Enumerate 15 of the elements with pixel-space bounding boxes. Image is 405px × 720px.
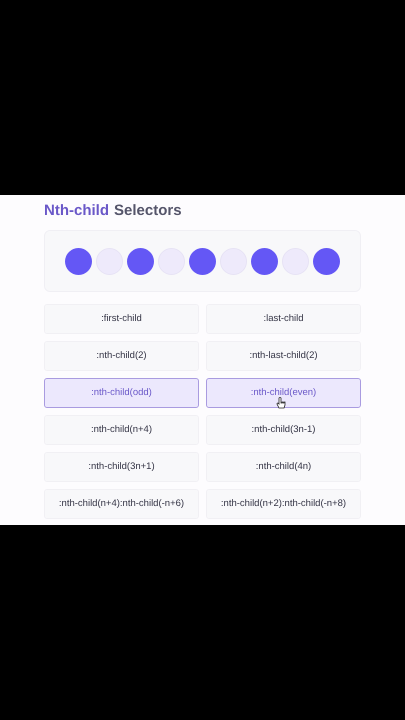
selector-button[interactable]: :nth-child(odd): [44, 378, 199, 408]
selector-button[interactable]: :nth-child(n+2):nth-child(-n+8): [206, 489, 361, 519]
selector-button[interactable]: :nth-child(3n+1): [44, 452, 199, 482]
title: Selectors: [114, 201, 182, 221]
selector-button[interactable]: :nth-child(3n-1): [206, 415, 361, 445]
selector-button[interactable]: :nth-child(n+4): [44, 415, 199, 445]
selector-button[interactable]: :nth-child(4n): [206, 452, 361, 482]
selector-button[interactable]: :nth-last-child(2): [206, 341, 361, 371]
selector-button[interactable]: :last-child: [206, 304, 361, 334]
selector-button[interactable]: :nth-child(2): [44, 341, 199, 371]
title-accent: Nth-child: [44, 201, 109, 221]
selector-button[interactable]: :first-child: [44, 304, 199, 334]
hand-cursor-icon: [276, 397, 286, 409]
selector-button[interactable]: :nth-child(n+4):nth-child(-n+6): [44, 489, 199, 519]
selector-button[interactable]: :nth-child(even): [206, 378, 361, 408]
